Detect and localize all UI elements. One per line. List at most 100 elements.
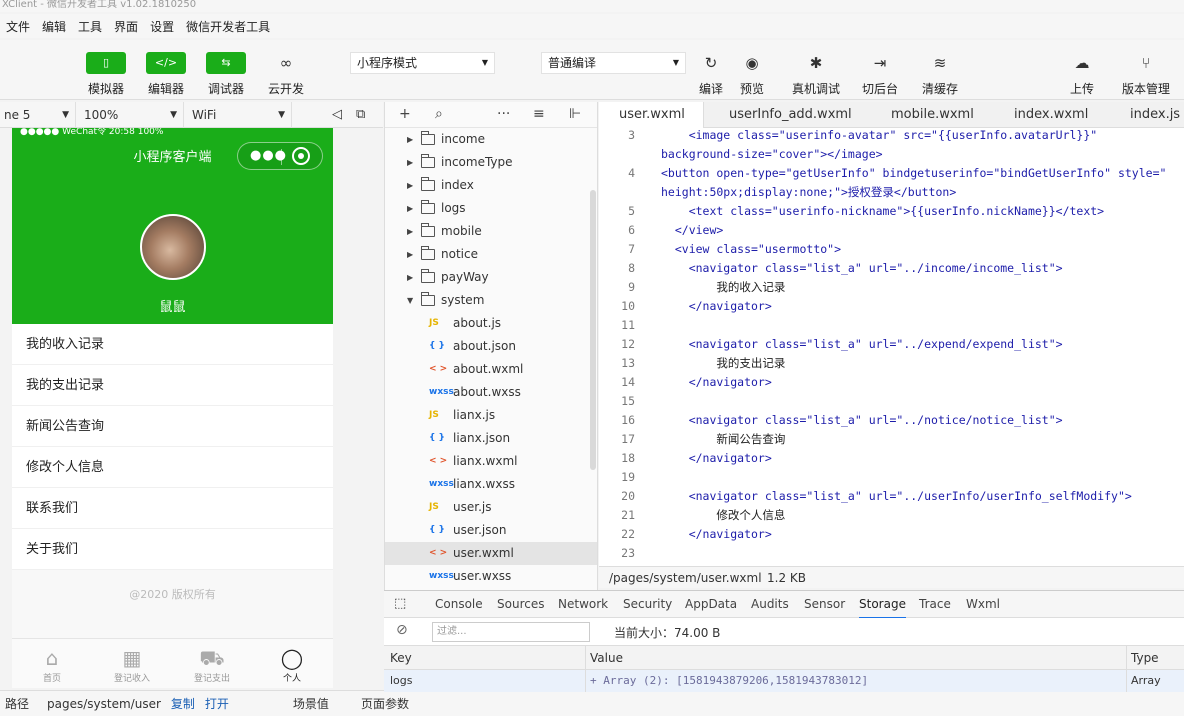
tab-security[interactable]: Security — [623, 597, 672, 611]
volume-icon[interactable]: ◁ — [332, 107, 342, 122]
tab-audits[interactable]: Audits — [751, 597, 789, 611]
tab-trace[interactable]: Trace — [919, 597, 951, 611]
tree-file[interactable]: { } about.json — [385, 335, 597, 358]
code-line: 3 <image class="userinfo-avatar" src="{{… — [599, 128, 1184, 145]
menu-view[interactable]: 界面 — [108, 18, 144, 35]
code-text: background-size="cover"></image> — [661, 147, 883, 161]
close-target-icon[interactable] — [292, 147, 310, 165]
window-icon[interactable]: ⧉ — [356, 107, 365, 122]
menu-list: 我的收入记录 我的支出记录 新闻公告查询 修改个人信息 联系我们 关于我们 — [12, 324, 333, 570]
tree-folder[interactable]: ▶ logs — [385, 197, 597, 220]
tree-file[interactable]: < > user.wxml — [385, 542, 597, 565]
editor-tabs: user.wxml ✕ userInfo_add.wxml mobile.wxm… — [599, 102, 1184, 148]
list-item-modify[interactable]: 修改个人信息 — [12, 447, 333, 488]
list-item-notice[interactable]: 新闻公告查询 — [12, 406, 333, 447]
folder-name: incomeType — [441, 155, 513, 169]
collapse-icon[interactable]: ≡ — [533, 106, 545, 122]
tree-file[interactable]: JS user.js — [385, 496, 597, 519]
tab-personal[interactable]: ◯ 个人 — [262, 645, 322, 684]
clear-cache-button[interactable]: ≋ 清缓存 — [915, 50, 965, 97]
tree-folder[interactable]: ▶ income — [385, 128, 597, 151]
tab-expend-label: 登记支出 — [193, 674, 230, 684]
real-debug-button[interactable]: ✱ 真机调试 — [786, 50, 846, 97]
tab-network[interactable]: Network — [558, 597, 608, 611]
tab-home[interactable]: ⌂ 首页 — [22, 645, 82, 684]
zoom-select[interactable]: 100% ▼ — [76, 101, 184, 128]
menu-settings[interactable]: 设置 — [144, 18, 180, 35]
mode-select[interactable]: 小程序模式 ▼ — [350, 52, 495, 74]
tree-folder[interactable]: ▶ incomeType — [385, 151, 597, 174]
tree-file[interactable]: JS about.js — [385, 312, 597, 335]
tree-file[interactable]: wxss lianx.wxss — [385, 473, 597, 496]
tree-file[interactable]: JS lianx.js — [385, 404, 597, 427]
inspect-icon[interactable]: ⬚ — [394, 596, 406, 611]
tab-expend[interactable]: ⛟ 登记支出 — [182, 645, 242, 684]
editor-button[interactable]: </> 编辑器 — [141, 50, 191, 97]
open-link[interactable]: 打开 — [200, 695, 234, 712]
file-tree-scrollbar[interactable] — [590, 190, 596, 470]
file-type-icon: JS — [429, 410, 439, 420]
list-item-about[interactable]: 关于我们 — [12, 529, 333, 570]
tab-appdata[interactable]: AppData — [685, 597, 737, 611]
person-icon: ◯ — [280, 646, 304, 670]
upload-button[interactable]: ☁ 上传 — [1057, 50, 1107, 97]
search-icon[interactable]: ⌕ — [435, 106, 443, 122]
filter-input[interactable]: 过滤... — [432, 622, 590, 642]
sidebar-toggle-icon[interactable]: ⊩ — [569, 106, 581, 122]
page-params-button[interactable]: 页面参数 — [356, 695, 414, 712]
file-name: about.wxss — [453, 385, 521, 399]
table-row[interactable]: logs + Array (2): [1581943879206,1581943… — [384, 670, 1184, 692]
background-button[interactable]: ⇥ 切后台 — [855, 50, 905, 97]
tree-folder[interactable]: ▶ mobile — [385, 220, 597, 243]
cloud-button[interactable]: ∞ 云开发 — [261, 50, 311, 97]
file-type-icon: < > — [429, 456, 448, 466]
simulator-button[interactable]: ▯ 模拟器 — [81, 50, 131, 97]
scene-value-button[interactable]: 场景值 — [288, 695, 334, 712]
tab-userinfo-add[interactable]: userInfo_add.wxml — [729, 102, 852, 128]
compile-select[interactable]: 普通编译 ▼ — [541, 52, 686, 74]
list-item-contact[interactable]: 联系我们 — [12, 488, 333, 529]
menu-tools[interactable]: 工具 — [72, 18, 108, 35]
preview-button[interactable]: ◉ 预览 — [727, 50, 777, 97]
network-select[interactable]: WiFi ▼ — [184, 101, 292, 128]
tab-console[interactable]: Console — [435, 597, 483, 611]
debugger-button[interactable]: ⇆ 调试器 — [201, 50, 251, 97]
tree-file[interactable]: < > lianx.wxml — [385, 450, 597, 473]
tab-sources[interactable]: Sources — [497, 597, 544, 611]
tab-income[interactable]: ▦ 登记收入 — [102, 645, 162, 684]
tree-file[interactable]: wxss about.wxss — [385, 381, 597, 404]
menu-devtools[interactable]: 微信开发者工具 — [180, 18, 276, 35]
clear-icon[interactable]: ⊘ — [396, 622, 408, 638]
caret-down-icon: ▼ — [407, 296, 414, 305]
tree-folder[interactable]: ▼ system — [385, 289, 597, 312]
tree-file[interactable]: < > about.wxml — [385, 358, 597, 381]
plus-icon[interactable]: + — [399, 106, 411, 122]
tab-index-js[interactable]: index.js — [1130, 102, 1180, 128]
code-editor[interactable]: 3 <image class="userinfo-avatar" src="{{… — [599, 128, 1184, 566]
version-button[interactable]: ⑂ 版本管理 — [1116, 50, 1176, 97]
phone-icon: ▯ — [86, 52, 126, 74]
capsule-divider — [281, 149, 282, 165]
menu-edit[interactable]: 编辑 — [36, 18, 72, 35]
tab-personal-label: 个人 — [282, 674, 301, 684]
tab-index-wxml[interactable]: index.wxml — [1014, 102, 1088, 128]
tree-file[interactable]: wxss user.wxss — [385, 565, 597, 588]
list-item-expend[interactable]: 我的支出记录 — [12, 365, 333, 406]
network-value: WiFi — [192, 107, 217, 122]
tab-storage[interactable]: Storage — [859, 597, 906, 619]
menu-file[interactable]: 文件 — [0, 18, 36, 35]
copy-link[interactable]: 复制 — [166, 695, 200, 712]
more-icon[interactable]: ··· — [497, 106, 510, 122]
tree-file[interactable]: { } user.json — [385, 519, 597, 542]
tree-folder[interactable]: ▶ notice — [385, 243, 597, 266]
tree-folder[interactable]: ▶ payWay — [385, 266, 597, 289]
tab-user-wxml[interactable]: user.wxml ✕ — [599, 102, 704, 148]
tab-wxml[interactable]: Wxml — [966, 597, 1000, 611]
tab-sensor[interactable]: Sensor — [804, 597, 845, 611]
device-select[interactable]: ne 5 ▼ — [0, 101, 76, 128]
list-item-income[interactable]: 我的收入记录 — [12, 324, 333, 365]
tree-folder[interactable]: ▶ index — [385, 174, 597, 197]
capsule-menu[interactable]: ●●● — [237, 142, 323, 170]
tree-file[interactable]: { } lianx.json — [385, 427, 597, 450]
tab-mobile[interactable]: mobile.wxml — [891, 102, 974, 128]
